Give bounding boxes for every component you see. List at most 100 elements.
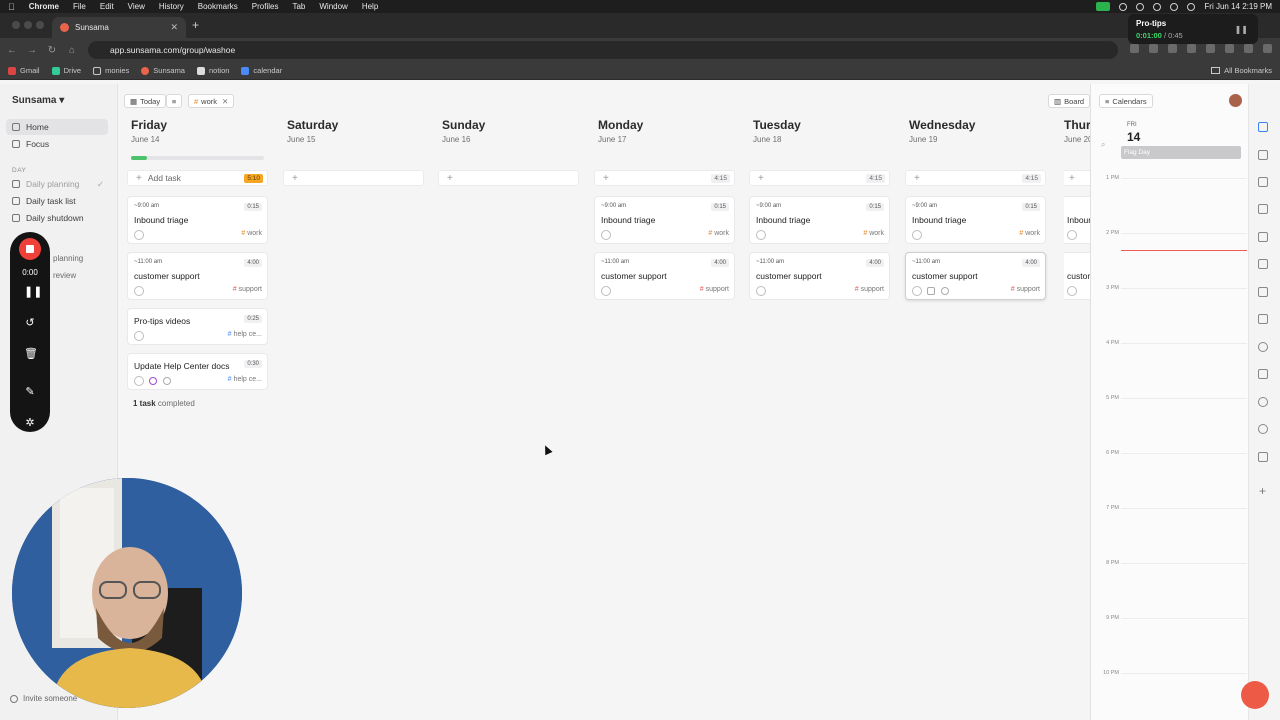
sidebar-item-daily-planning[interactable]: Daily planning ✓	[6, 176, 108, 192]
add-task-button[interactable]: +4:15	[905, 170, 1046, 186]
gmail-icon[interactable]	[1258, 232, 1268, 242]
complete-checkbox[interactable]	[134, 286, 144, 296]
calendar-icon[interactable]	[927, 287, 935, 295]
sync-icon[interactable]	[1258, 314, 1268, 324]
support-chat-button[interactable]	[1241, 681, 1269, 709]
bookmark-notion[interactable]: notion	[196, 66, 229, 75]
task-channel-tag[interactable]: # work	[708, 230, 729, 237]
task-channel-tag[interactable]: # support	[855, 286, 884, 293]
reload-button[interactable]: ↻	[42, 45, 62, 56]
browser-tab[interactable]: Sunsama ✕	[52, 17, 186, 38]
bookmark-monies[interactable]: monies	[93, 66, 129, 75]
task-card[interactable]: ~9:00 am 0:15 Inbound triage # work	[594, 196, 735, 244]
menu-history[interactable]: History	[159, 2, 184, 11]
restart-icon[interactable]: ↺	[24, 317, 36, 329]
extension-icon[interactable]	[1225, 44, 1234, 53]
task-card[interactable]: 0:30 Update Help Center docs # help ce...	[127, 353, 268, 390]
trash-icon[interactable]: 🗑	[24, 348, 38, 360]
window-zoom-button[interactable]	[36, 21, 44, 29]
add-task-button[interactable]: +4:15	[749, 170, 890, 186]
menu-view[interactable]: View	[128, 2, 145, 11]
task-channel-tag[interactable]: # work	[241, 230, 262, 237]
complete-checkbox[interactable]	[912, 230, 922, 240]
bookmark-drive[interactable]: Drive	[51, 66, 81, 75]
task-channel-tag[interactable]: # work	[863, 230, 884, 237]
complete-checkbox[interactable]	[756, 286, 766, 296]
slack-icon[interactable]	[1258, 150, 1268, 160]
complete-checkbox[interactable]	[1067, 230, 1077, 240]
palette-icon[interactable]	[1258, 397, 1268, 407]
workspace-switcher[interactable]: Sunsama ▾	[12, 95, 64, 106]
extension-icon[interactable]	[1168, 44, 1177, 53]
document-icon[interactable]	[1258, 204, 1268, 214]
all-day-event[interactable]: Flag Day	[1121, 146, 1241, 159]
cast-icon[interactable]	[1130, 44, 1139, 53]
task-channel-tag[interactable]: # support	[1011, 286, 1040, 293]
task-channel-tag[interactable]: # work	[1019, 230, 1040, 237]
menu-window[interactable]: Window	[319, 2, 347, 11]
window-close-button[interactable]	[12, 21, 20, 29]
sidebar-item-focus[interactable]: Focus	[6, 136, 108, 152]
calendars-button[interactable]: ≡ Calendars	[1099, 94, 1153, 108]
completed-tasks-toggle[interactable]: 1 task completed	[133, 399, 195, 408]
add-task-button[interactable]: +	[1064, 170, 1090, 186]
add-task-button[interactable]: +	[438, 170, 579, 186]
add-integration-icon[interactable]: +	[1259, 484, 1266, 498]
task-channel-tag[interactable]: # support	[233, 286, 262, 293]
today-button[interactable]: ▦ Today	[124, 94, 167, 108]
complete-checkbox[interactable]	[1067, 286, 1077, 296]
complete-checkbox[interactable]	[912, 286, 922, 296]
clock-icon[interactable]	[941, 287, 949, 295]
window-minimize-button[interactable]	[24, 21, 32, 29]
bookmark-star-icon[interactable]	[1149, 44, 1158, 53]
effects-icon[interactable]: ✲	[24, 417, 36, 429]
add-task-button[interactable]: +4:15	[594, 170, 735, 186]
notion-icon[interactable]	[1258, 259, 1268, 269]
apple-icon[interactable]: 	[8, 2, 15, 12]
menu-icon[interactable]	[1263, 44, 1272, 53]
menu-profiles[interactable]: Profiles	[252, 2, 279, 11]
status-icon[interactable]	[1119, 2, 1128, 11]
book-icon[interactable]	[1258, 177, 1268, 187]
task-channel-tag[interactable]: # help ce...	[228, 331, 262, 338]
remove-filter-icon[interactable]: ✕	[222, 97, 228, 106]
wifi-icon[interactable]	[1170, 2, 1179, 11]
task-card[interactable]: Inboun	[1064, 196, 1090, 244]
bookmark-sunsama[interactable]: Sunsama	[141, 66, 185, 75]
add-task-button[interactable]: +	[283, 170, 424, 186]
menu-tab[interactable]: Tab	[292, 2, 305, 11]
extension-icon[interactable]	[1187, 44, 1196, 53]
channel-filter-chip[interactable]: # work ✕	[188, 94, 235, 108]
lightning-icon[interactable]	[1258, 452, 1268, 462]
new-tab-button[interactable]: +	[192, 18, 199, 32]
menu-help[interactable]: Help	[362, 2, 378, 11]
user-avatar[interactable]	[1229, 94, 1242, 107]
integration-icon[interactable]	[149, 377, 157, 385]
archive-icon[interactable]	[1258, 369, 1268, 379]
task-card[interactable]: ~9:00 am 0:15 Inbound triage # work	[905, 196, 1046, 244]
task-card[interactable]: ~11:00 am 4:00 customer support # support	[127, 252, 268, 300]
extension-icon[interactable]	[1206, 44, 1215, 53]
filter-button[interactable]: ≡	[166, 94, 182, 108]
close-tab-icon[interactable]: ✕	[170, 22, 178, 33]
task-card[interactable]: 0:25 Pro-tips videos # help ce...	[127, 308, 268, 345]
task-card-hovered[interactable]: ~11:00 am 4:00 customer support # support	[905, 252, 1046, 300]
back-button[interactable]: ←	[2, 45, 22, 56]
inbox-icon[interactable]	[1258, 287, 1268, 297]
task-card[interactable]: custom	[1064, 252, 1090, 300]
webcam-bubble[interactable]	[12, 478, 242, 708]
menubar-clock[interactable]: Fri Jun 14 2:19 PM	[1204, 2, 1272, 11]
add-task-button[interactable]: + Add task 5:10	[127, 170, 268, 186]
bookmark-gmail[interactable]: Gmail	[8, 66, 40, 75]
task-card[interactable]: ~11:00 am 4:00 customer support # support	[594, 252, 735, 300]
pause-icon[interactable]: ❚❚	[24, 286, 42, 298]
menu-app[interactable]: Chrome	[29, 2, 59, 11]
board-view-button[interactable]: ▥ Board	[1048, 94, 1091, 108]
menu-file[interactable]: File	[73, 2, 86, 11]
address-bar[interactable]: app.sunsama.com/group/washoe	[88, 41, 1118, 59]
sidebar-item-daily-task-list[interactable]: Daily task list	[6, 193, 108, 209]
complete-checkbox[interactable]	[756, 230, 766, 240]
search-icon[interactable]	[1187, 2, 1196, 11]
task-channel-tag[interactable]: # support	[700, 286, 729, 293]
sidebar-item-daily-shutdown[interactable]: Daily shutdown	[6, 210, 108, 226]
